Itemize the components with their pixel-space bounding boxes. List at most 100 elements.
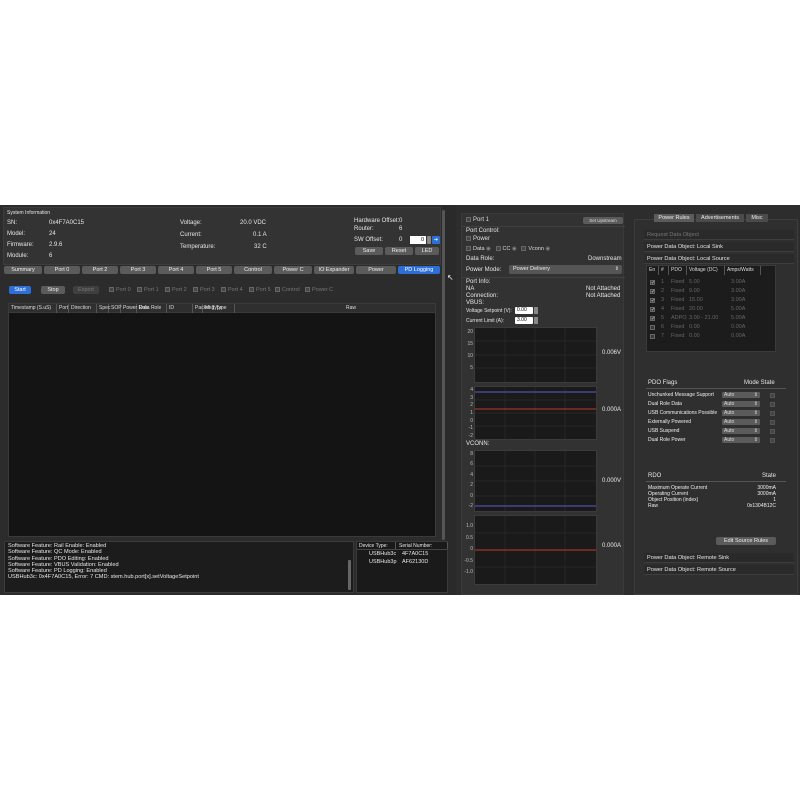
flag-mode-select[interactable]: Auto ⇕ bbox=[722, 410, 760, 416]
current-limit-input[interactable]: 3.00 bbox=[515, 317, 533, 324]
filter-power-c[interactable]: Power C bbox=[305, 287, 333, 293]
set-upstream-button[interactable]: Set Upstream bbox=[583, 217, 623, 224]
data-toggle[interactable]: Data ◉ bbox=[466, 246, 491, 252]
filter-checkbox[interactable] bbox=[305, 287, 310, 293]
pdo-table[interactable]: En # PDO Voltage (DC) Amps/Watts ✔ 1 Fixed 5.00… bbox=[646, 265, 776, 352]
device-type-cell[interactable]: USBHub3p bbox=[369, 559, 397, 565]
log-column-direction[interactable]: Direction bbox=[69, 304, 97, 313]
pdo-row[interactable]: ✔ 2 Fixed 9.00 3.00A bbox=[647, 287, 775, 296]
flag-mode-select[interactable]: Auto ⇕ bbox=[722, 419, 760, 425]
tab-port-3[interactable]: Port 3 bbox=[120, 266, 156, 274]
flag-state-checkbox[interactable] bbox=[770, 402, 775, 407]
sw-offset-stepper[interactable] bbox=[427, 236, 431, 244]
log-column-raw[interactable]: Raw bbox=[265, 304, 435, 313]
filter-checkbox[interactable] bbox=[275, 287, 280, 293]
pane-splitter[interactable]: ↖ bbox=[447, 205, 456, 595]
vconn-toggle[interactable]: Vconn ◉ bbox=[521, 246, 550, 252]
tab-port-5[interactable]: Port 5 bbox=[196, 266, 232, 274]
tab-power-c[interactable]: Power C bbox=[274, 266, 312, 274]
packet-log-table[interactable]: Timestamp (S.uS) Port Direction Spec SOP Powe… bbox=[8, 303, 436, 537]
filter-checkbox[interactable] bbox=[249, 287, 254, 293]
log-column-id[interactable]: ID bbox=[167, 304, 193, 313]
power-toggle[interactable]: Power bbox=[466, 236, 490, 242]
tab-port-4[interactable]: Port 4 bbox=[158, 266, 194, 274]
pdo-enable-checkbox[interactable]: ✔ bbox=[650, 298, 655, 304]
device-type-cell[interactable]: USBHub3c bbox=[369, 551, 396, 557]
log-column-spec[interactable]: Spec bbox=[97, 304, 110, 313]
serial-number-cell[interactable]: AF62130D bbox=[402, 559, 428, 565]
filter-checkbox[interactable] bbox=[137, 287, 142, 293]
pdo-row[interactable]: ✔ 3 Fixed 15.00 3.00A bbox=[647, 296, 775, 305]
flag-mode-select[interactable]: Auto ⇕ bbox=[722, 392, 760, 398]
log-column-port[interactable]: Port bbox=[57, 304, 69, 313]
current-limit-stepper[interactable] bbox=[534, 317, 538, 324]
filter-port-4[interactable]: Port 4 bbox=[221, 287, 243, 293]
tab-pd-logging[interactable]: PD Logging bbox=[398, 266, 440, 274]
section-request-data-object[interactable]: Request Data Object bbox=[644, 230, 794, 240]
flag-state-checkbox[interactable] bbox=[770, 438, 775, 443]
pdo-row[interactable]: ✔ 5 ADPO 3.00 - 21.00 5.00A bbox=[647, 314, 775, 323]
section-power-data-object-local-source[interactable]: Power Data Object: Local Source bbox=[644, 254, 794, 264]
flag-state-checkbox[interactable] bbox=[770, 393, 775, 398]
right-tab-advertisements[interactable]: Advertisements bbox=[696, 214, 744, 222]
filter-checkbox[interactable] bbox=[193, 287, 198, 293]
led-button[interactable]: LED bbox=[415, 247, 439, 255]
start-button[interactable]: Start bbox=[9, 286, 31, 294]
pdo-row[interactable]: ✔ 1 Fixed 5.00 3.00A bbox=[647, 278, 775, 287]
pdo-row[interactable]: 7 Fixed 0.00 0.00A bbox=[647, 332, 775, 341]
edit-source-rules-button[interactable]: Edit Source Rules bbox=[716, 537, 776, 545]
port-title[interactable]: Port 1 bbox=[466, 217, 489, 223]
flag-mode-select[interactable]: Auto ⇕ bbox=[722, 437, 760, 443]
tab-port-0[interactable]: Port 0 bbox=[44, 266, 80, 274]
filter-checkbox[interactable] bbox=[165, 287, 170, 293]
pdo-enable-checkbox[interactable]: ✔ bbox=[650, 280, 655, 286]
flag-state-checkbox[interactable] bbox=[770, 420, 775, 425]
stop-button[interactable]: Stop bbox=[41, 286, 65, 294]
flag-mode-select[interactable]: Auto ⇕ bbox=[722, 428, 760, 434]
vertical-scrollbar[interactable] bbox=[442, 210, 445, 540]
tab-summary[interactable]: Summary bbox=[4, 266, 42, 274]
filter-port-0[interactable]: Port 0 bbox=[109, 287, 131, 293]
pdo-row[interactable]: 6 Fixed 0.00 0.00A bbox=[647, 323, 775, 332]
power-mode-select[interactable]: Power Delivery ⇕ bbox=[509, 265, 622, 274]
filter-checkbox[interactable] bbox=[221, 287, 226, 293]
log-column-msg-type[interactable]: Msg Type bbox=[203, 304, 235, 313]
tab-io-expander[interactable]: IO Expander bbox=[314, 266, 354, 274]
tab-control[interactable]: Control bbox=[234, 266, 272, 274]
device-list-scrollbar[interactable] bbox=[348, 560, 351, 590]
filter-port-2[interactable]: Port 2 bbox=[165, 287, 187, 293]
pdo-enable-checkbox[interactable]: ✔ bbox=[650, 307, 655, 313]
pdo-column-header[interactable]: Voltage (DC) bbox=[687, 266, 725, 275]
voltage-setpoint-input[interactable]: 0.00 bbox=[515, 307, 533, 314]
log-column-timestamp-s-us-[interactable]: Timestamp (S.uS) bbox=[9, 304, 57, 313]
serial-number-cell[interactable]: 4F7A0C15 bbox=[402, 551, 428, 557]
pdo-enable-checkbox[interactable] bbox=[650, 325, 655, 330]
log-column-data-role[interactable]: Data Role bbox=[137, 304, 167, 313]
filter-port-1[interactable]: Port 1 bbox=[137, 287, 159, 293]
filter-checkbox[interactable] bbox=[109, 287, 114, 293]
pdo-enable-checkbox[interactable]: ✔ bbox=[650, 316, 655, 322]
flag-mode-select[interactable]: Auto ⇕ bbox=[722, 401, 760, 407]
log-column-sop[interactable]: SOP bbox=[109, 304, 122, 313]
pdo-column-header[interactable]: Amps/Watts bbox=[725, 266, 761, 275]
flag-state-checkbox[interactable] bbox=[770, 429, 775, 434]
filter-port-5[interactable]: Port 5 bbox=[249, 287, 271, 293]
log-column-packet-type[interactable]: Packet Type bbox=[193, 304, 222, 313]
log-column-power-role[interactable]: Power Role bbox=[121, 304, 149, 313]
pdo-column-header[interactable]: # bbox=[659, 266, 669, 275]
tab-port-2[interactable]: Port 2 bbox=[82, 266, 118, 274]
pdo-row[interactable]: ✔ 4 Fixed 20.00 5.00A bbox=[647, 305, 775, 314]
device-list[interactable]: Device Type: Serial Number: USBHub3c 4F7A… bbox=[348, 541, 448, 593]
port-enable-checkbox[interactable] bbox=[466, 217, 471, 222]
reset-button[interactable]: Reset bbox=[385, 247, 413, 255]
apply-arrow-icon[interactable]: ➔ bbox=[432, 236, 440, 244]
flag-state-checkbox[interactable] bbox=[770, 411, 775, 416]
pdo-enable-checkbox[interactable] bbox=[650, 334, 655, 339]
section-power-data-object-remote-source[interactable]: Power Data Object: Remote Source bbox=[644, 565, 794, 575]
filter-port-3[interactable]: Port 3 bbox=[193, 287, 215, 293]
tab-power[interactable]: Power bbox=[356, 266, 396, 274]
right-tab-power-rules[interactable]: Power Rules bbox=[654, 214, 694, 222]
pdo-enable-checkbox[interactable]: ✔ bbox=[650, 289, 655, 295]
export-button[interactable]: Export bbox=[73, 286, 99, 294]
sw-offset-input[interactable]: 0 bbox=[410, 236, 426, 244]
